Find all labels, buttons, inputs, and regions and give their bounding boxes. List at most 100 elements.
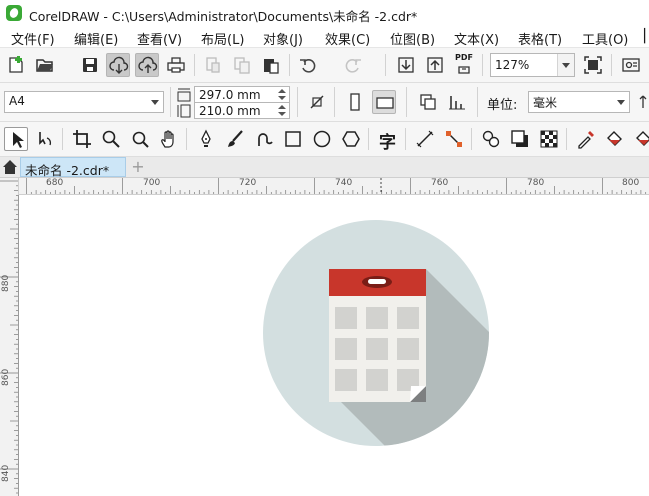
smart-fill-icon bbox=[636, 131, 649, 146]
cut-button[interactable] bbox=[201, 53, 225, 77]
zoom-dropdown-icon[interactable] bbox=[557, 54, 574, 76]
pick-tool-button[interactable] bbox=[4, 127, 28, 151]
all-pages-button[interactable] bbox=[416, 90, 440, 114]
menu-file[interactable]: 文件(F) bbox=[11, 29, 55, 48]
drawing-canvas[interactable] bbox=[19, 195, 649, 496]
new-document-button[interactable] bbox=[4, 53, 28, 77]
landscape-button[interactable] bbox=[372, 90, 396, 114]
menu-layout[interactable]: 布局(L) bbox=[201, 29, 244, 48]
full-screen-preview-button[interactable] bbox=[581, 53, 605, 77]
page-size-select[interactable]: A4 bbox=[4, 91, 164, 113]
menu-object[interactable]: 对象(J) bbox=[263, 29, 303, 48]
brush-icon bbox=[228, 130, 243, 147]
page-layout-button[interactable] bbox=[305, 90, 329, 114]
units-select[interactable]: 毫米 bbox=[528, 91, 630, 113]
page-width-increment[interactable] bbox=[275, 87, 289, 95]
title-bar: CorelDRAW - C:\Users\Administrator\Docum… bbox=[0, 0, 649, 26]
crop-tool-button[interactable] bbox=[70, 127, 94, 151]
zoom-out-tool-button[interactable] bbox=[128, 127, 152, 151]
cloud-upload-icon bbox=[138, 56, 158, 73]
separator bbox=[405, 128, 406, 150]
separator bbox=[385, 54, 386, 76]
parallel-dimension-tool-button[interactable] bbox=[413, 127, 437, 151]
text-tool-button[interactable]: 字 bbox=[376, 127, 400, 153]
copy-button[interactable] bbox=[230, 53, 254, 77]
menu-bitmaps[interactable]: 位图(B) bbox=[390, 29, 435, 48]
home-icon[interactable] bbox=[2, 159, 18, 175]
transparency-tool-button[interactable] bbox=[537, 127, 561, 151]
search-content-button[interactable] bbox=[106, 53, 130, 77]
eyedropper-tool-button[interactable] bbox=[574, 127, 598, 151]
document-tab[interactable]: 未命名 -2.cdr* bbox=[20, 157, 126, 178]
shape-tool-button[interactable] bbox=[33, 127, 57, 151]
curve-tool-button[interactable] bbox=[252, 127, 276, 151]
page-height-decrement[interactable] bbox=[275, 111, 289, 119]
save-icon bbox=[83, 58, 97, 72]
units-dropdown-icon[interactable] bbox=[613, 92, 629, 112]
zoom-level-combo[interactable]: 127% bbox=[490, 53, 575, 77]
ellipse-tool-button[interactable] bbox=[310, 127, 334, 151]
blend-tool-button[interactable] bbox=[479, 127, 503, 151]
interactive-fill-tool-button[interactable] bbox=[603, 127, 627, 151]
artistic-media-tool-button[interactable] bbox=[223, 127, 247, 151]
undo-icon bbox=[300, 59, 316, 73]
smart-fill-tool-button[interactable] bbox=[632, 127, 649, 151]
page-size-dropdown-icon[interactable] bbox=[147, 92, 163, 112]
drop-shadow-tool-button[interactable] bbox=[508, 127, 532, 151]
menu-text[interactable]: 文本(X) bbox=[454, 29, 499, 48]
menu-edit[interactable]: 编辑(E) bbox=[74, 29, 118, 48]
page-layout-icon bbox=[310, 95, 324, 109]
checkerboard-icon bbox=[540, 130, 558, 148]
redo-icon bbox=[345, 59, 361, 73]
undo-button[interactable] bbox=[296, 53, 320, 77]
separator bbox=[477, 87, 478, 117]
rectangle-tool-button[interactable] bbox=[281, 127, 305, 151]
menu-effects[interactable]: 效果(C) bbox=[325, 29, 370, 48]
paste-button[interactable] bbox=[259, 53, 283, 77]
drop-shadow-icon bbox=[511, 130, 528, 147]
zoom-tool-button[interactable] bbox=[99, 127, 123, 151]
page-width-field[interactable]: 297.0 mm bbox=[194, 86, 290, 103]
page-height-icon bbox=[177, 104, 191, 118]
print-button[interactable] bbox=[164, 53, 188, 77]
import-button[interactable] bbox=[394, 53, 418, 77]
menu-view[interactable]: 查看(V) bbox=[137, 29, 182, 48]
horizontal-ruler[interactable]: 680 700 720 740 760 780 800 bbox=[18, 178, 649, 195]
h-ruler-label: 780 bbox=[527, 178, 545, 188]
menu-table[interactable]: 表格(T) bbox=[518, 29, 562, 48]
page-height-field[interactable]: 210.0 mm bbox=[194, 102, 290, 119]
menu-overflow[interactable]: ▏ bbox=[644, 29, 649, 44]
page-height-increment[interactable] bbox=[275, 103, 289, 111]
calendar-cell bbox=[335, 369, 357, 391]
options-button[interactable] bbox=[619, 53, 643, 77]
upload-cloud-button[interactable] bbox=[135, 53, 159, 77]
menu-tools[interactable]: 工具(O) bbox=[582, 29, 628, 48]
document-tab-label: 未命名 -2.cdr* bbox=[25, 163, 110, 178]
separator bbox=[170, 87, 171, 117]
open-button[interactable] bbox=[33, 53, 57, 77]
separator bbox=[62, 128, 63, 150]
separator bbox=[471, 128, 472, 150]
portrait-button[interactable] bbox=[343, 90, 367, 114]
separator bbox=[334, 87, 335, 117]
vertical-ruler[interactable]: 880 860 840 bbox=[0, 178, 19, 496]
calendar-graphic[interactable] bbox=[19, 195, 649, 496]
v-ruler-label: 880 bbox=[1, 274, 11, 292]
blend-icon bbox=[482, 130, 500, 148]
save-button[interactable] bbox=[78, 53, 102, 77]
connector-tool-button[interactable] bbox=[442, 127, 466, 151]
redo-button[interactable] bbox=[341, 53, 365, 77]
pan-tool-button[interactable] bbox=[157, 127, 181, 151]
current-page-button[interactable] bbox=[445, 90, 469, 114]
export-icon bbox=[427, 57, 443, 73]
page-size-value: A4 bbox=[9, 94, 25, 108]
add-tab-button[interactable]: + bbox=[128, 157, 148, 177]
page-width-decrement[interactable] bbox=[275, 95, 289, 103]
nudge-distance-button[interactable] bbox=[635, 90, 649, 114]
polygon-tool-button[interactable] bbox=[339, 127, 363, 151]
pen-nib-icon bbox=[201, 129, 211, 147]
publish-pdf-button[interactable]: PDF bbox=[452, 53, 476, 77]
separator bbox=[186, 128, 187, 150]
export-button[interactable] bbox=[423, 53, 447, 77]
pen-tool-button[interactable] bbox=[194, 127, 218, 151]
